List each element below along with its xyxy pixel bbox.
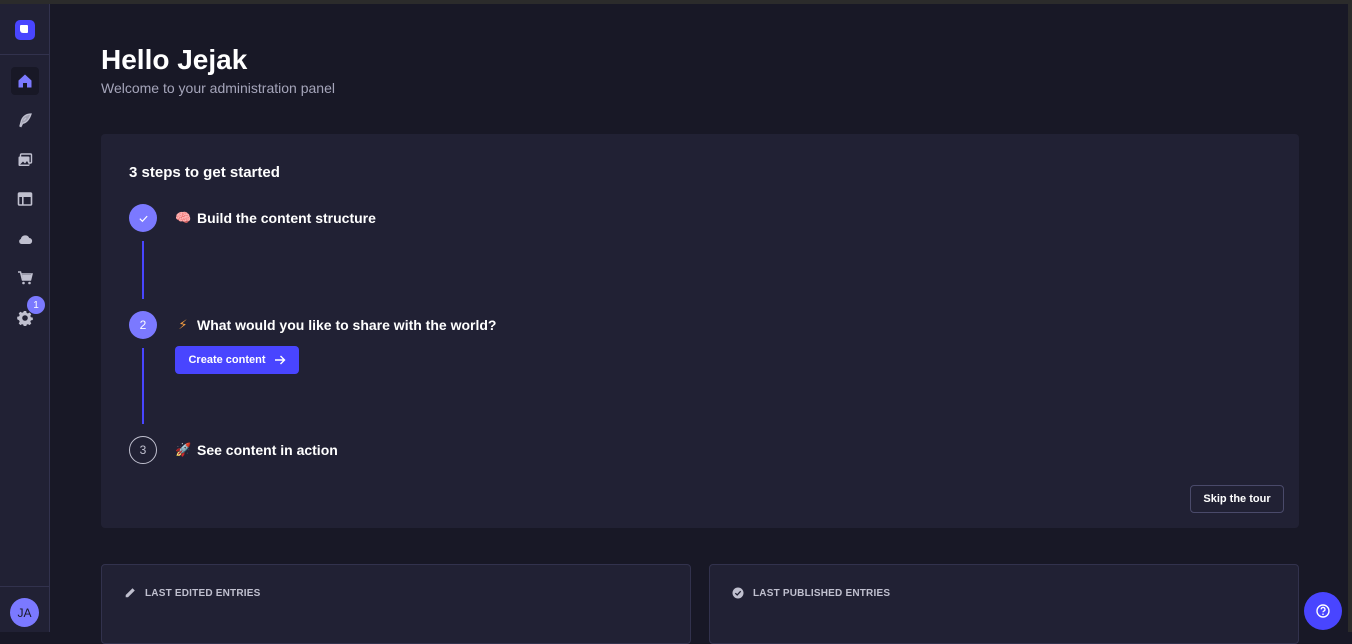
sidebar-item-cloud[interactable] [11, 225, 39, 253]
create-content-button[interactable]: Create content [175, 346, 299, 374]
arrow-right-icon [274, 355, 286, 365]
sidebar: 1 JA [0, 4, 50, 632]
last-published-header: LAST PUBLISHED ENTRIES [732, 587, 890, 599]
check-icon [138, 215, 148, 222]
last-edited-title: LAST EDITED ENTRIES [145, 587, 261, 599]
rocket-icon: 🚀 [175, 442, 192, 457]
sidebar-item-home[interactable] [11, 67, 39, 95]
check-circle-icon [732, 587, 744, 599]
step-2-label: ⚡ What would you like to share with the … [175, 317, 496, 333]
lightning-icon: ⚡ [178, 317, 188, 332]
step-connector-1 [142, 241, 144, 299]
guided-tour-card: 3 steps to get started 🧠 Build the conte… [101, 134, 1299, 528]
step-2-indicator: 2 [129, 311, 157, 339]
sidebar-item-media-library[interactable] [11, 146, 39, 174]
feather-icon [19, 113, 32, 128]
last-published-title: LAST PUBLISHED ENTRIES [753, 587, 891, 599]
create-content-label: Create content [188, 354, 266, 366]
brain-icon: 🧠 [175, 210, 192, 225]
layout-icon [17, 192, 33, 206]
step-2-text: What would you like to share with the wo… [197, 317, 497, 333]
sidebar-item-content-types[interactable] [11, 106, 39, 134]
page-title: Hello Jejak [101, 44, 248, 75]
sidebar-item-marketplace[interactable] [11, 264, 39, 292]
step-1-text: Build the content structure [197, 210, 376, 226]
guided-tour-title: 3 steps to get started [129, 164, 280, 181]
cloud-icon [19, 235, 33, 245]
sidebar-item-layout[interactable] [11, 185, 39, 213]
skip-tour-button[interactable]: Skip the tour [1190, 485, 1284, 513]
home-icon [18, 74, 32, 88]
last-edited-entries-panel: LAST EDITED ENTRIES [101, 564, 691, 644]
step-1-label: 🧠 Build the content structure [175, 210, 376, 226]
help-button[interactable] [1304, 592, 1342, 630]
pencil-icon [125, 588, 135, 598]
sidebar-divider-bottom [0, 586, 50, 587]
last-edited-header: LAST EDITED ENTRIES [124, 587, 260, 599]
window-top-border [0, 0, 1352, 4]
question-icon [1316, 604, 1330, 618]
user-avatar[interactable]: JA [10, 598, 39, 627]
last-published-entries-panel: LAST PUBLISHED ENTRIES [709, 564, 1299, 644]
page-subtitle: Welcome to your administration panel [101, 80, 335, 96]
cart-icon [18, 271, 33, 285]
step-3-indicator: 3 [129, 436, 157, 464]
window-right-border [1348, 4, 1352, 632]
step-3-label: 🚀 See content in action [175, 442, 338, 458]
step-1-indicator [129, 204, 157, 232]
media-library-icon [18, 153, 33, 166]
step-3-text: See content in action [197, 442, 338, 458]
settings-notification-badge: 1 [27, 296, 45, 314]
sidebar-divider [0, 54, 50, 55]
app-logo[interactable] [15, 20, 35, 40]
step-connector-2 [142, 348, 144, 424]
